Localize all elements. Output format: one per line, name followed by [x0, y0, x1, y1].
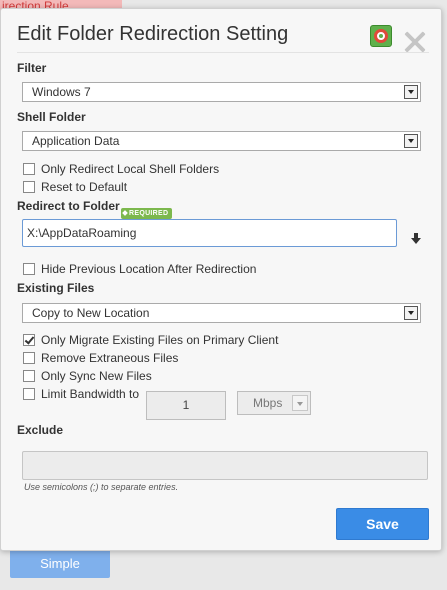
exclude-label: Exclude: [17, 423, 64, 437]
checkbox-box[interactable]: [23, 163, 35, 175]
limit-bandwidth-label: Limit Bandwidth to: [41, 387, 140, 401]
exclude-input[interactable]: [22, 451, 428, 480]
bandwidth-unit-value: Mbps: [253, 396, 283, 410]
hide-previous-label: Hide Previous Location After Redirection: [41, 262, 257, 276]
only-redirect-local-label: Only Redirect Local Shell Folders: [41, 162, 220, 176]
checkbox-box[interactable]: [23, 334, 35, 346]
only-migrate-label: Only Migrate Existing Files on Primary C…: [41, 333, 279, 347]
checkbox-box[interactable]: [23, 181, 35, 193]
chevron-down-icon: [404, 85, 418, 99]
edit-folder-redirection-dialog: Edit Folder Redirection Setting Filter W…: [0, 8, 442, 551]
arrow-down-icon[interactable]: [405, 228, 427, 250]
filter-select-value: Windows 7: [32, 85, 91, 99]
shell-folder-label: Shell Folder: [17, 110, 86, 124]
chevron-down-icon: [292, 395, 308, 411]
save-button[interactable]: Save: [336, 508, 429, 540]
chevron-down-icon: [404, 306, 418, 320]
existing-files-select-value: Copy to New Location: [32, 306, 150, 320]
title-divider: [17, 52, 429, 53]
checkbox-box[interactable]: [23, 352, 35, 364]
shell-folder-select[interactable]: Application Data: [22, 131, 421, 151]
existing-files-select[interactable]: Copy to New Location: [22, 303, 421, 323]
filter-select[interactable]: Windows 7: [22, 82, 421, 102]
chevron-down-icon: [404, 134, 418, 148]
checkbox-box[interactable]: [23, 263, 35, 275]
redirect-folder-input[interactable]: X:\AppDataRoaming: [22, 219, 397, 247]
existing-files-label: Existing Files: [17, 281, 95, 295]
checkbox-box[interactable]: [23, 370, 35, 382]
required-badge: REQUIRED: [121, 208, 173, 219]
filter-label: Filter: [17, 61, 47, 75]
bandwidth-input[interactable]: 1: [146, 391, 226, 420]
help-button[interactable]: [370, 25, 392, 47]
bandwidth-unit-select[interactable]: Mbps: [237, 391, 311, 415]
close-icon[interactable]: [403, 31, 425, 53]
remove-extraneous-label: Remove Extraneous Files: [41, 351, 179, 365]
lifebuoy-icon: [374, 29, 388, 43]
only-sync-new-label: Only Sync New Files: [41, 369, 152, 383]
exclude-hint: Use semicolons (;) to separate entries.: [24, 482, 179, 492]
reset-to-default-label: Reset to Default: [41, 180, 128, 194]
dialog-title: Edit Folder Redirection Setting: [17, 23, 289, 45]
redirect-to-folder-label: Redirect to Folder: [17, 199, 120, 213]
shell-folder-select-value: Application Data: [32, 134, 120, 148]
checkbox-box[interactable]: [23, 388, 35, 400]
